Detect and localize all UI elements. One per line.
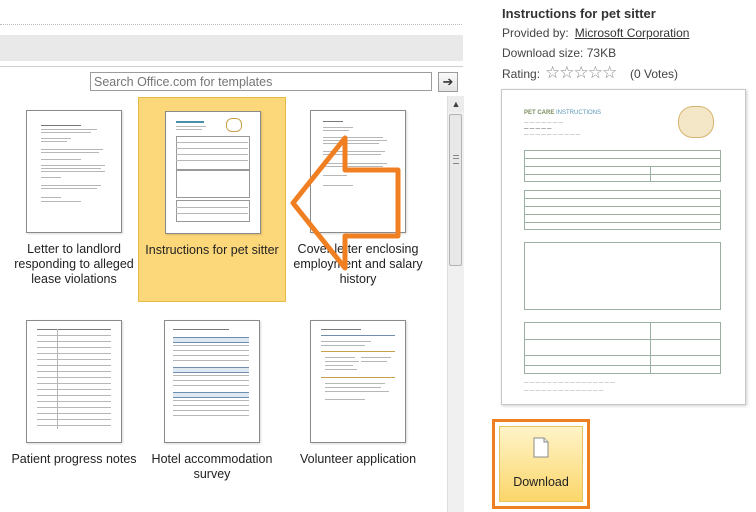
header-band <box>0 35 463 61</box>
preview-table <box>524 322 721 374</box>
vote-count: (0 Votes) <box>630 67 679 81</box>
scroll-up-arrow-icon[interactable]: ▲ <box>448 96 464 112</box>
template-gallery-pane: ➔ Letter to landlord responding to alleg… <box>0 0 465 512</box>
template-tile-instructions-for-pet-sitter[interactable]: Instructions for pet sitter <box>138 97 286 302</box>
preview-brand: PET CARE INSTRUCTIONS <box>524 110 602 116</box>
preview-table <box>524 150 721 182</box>
template-thumbnail <box>26 320 122 443</box>
template-tile-label: Letter to landlord responding to alleged… <box>14 242 134 286</box>
scrollbar-thumb[interactable] <box>449 114 462 266</box>
template-tile-label: Instructions for pet sitter <box>145 243 279 257</box>
preview-table <box>524 190 721 230</box>
arrow-right-icon: ➔ <box>442 74 454 89</box>
template-tile-label: Hotel accommodation survey <box>151 452 273 481</box>
template-thumbnail <box>165 111 261 234</box>
template-title: Instructions for pet sitter <box>502 6 656 21</box>
download-size-value: 73KB <box>586 46 617 60</box>
template-tile-volunteer-application[interactable]: Volunteer application <box>284 307 432 512</box>
download-highlight: Download <box>492 419 590 509</box>
rating-stars-icon[interactable]: ☆☆☆☆☆ <box>545 63 617 83</box>
scrollbar-grip-icon <box>453 155 459 164</box>
top-dotted-divider <box>0 24 462 25</box>
template-tile-letter-to-landlord[interactable]: Letter to landlord responding to alleged… <box>0 97 148 302</box>
orange-arrow-annotation-icon <box>290 135 401 271</box>
header-divider <box>0 66 463 67</box>
download-label: Download <box>513 475 569 489</box>
preview-notes-box <box>524 242 721 310</box>
template-detail-pane: Instructions for pet sitter Provided by:… <box>478 0 756 512</box>
provided-by-row: Provided by: Microsoft Corporation <box>502 26 689 40</box>
search-go-button[interactable]: ➔ <box>438 72 458 92</box>
template-preview: PET CARE INSTRUCTIONS — — — — — — — — — … <box>501 89 746 405</box>
download-size-label: Download size: <box>502 46 584 60</box>
template-thumbnail <box>164 320 260 443</box>
pet-illustration-icon <box>678 106 714 138</box>
template-tile-hotel-accommodation-survey[interactable]: Hotel accommodation survey <box>138 307 286 512</box>
download-button[interactable]: Download <box>499 426 583 502</box>
download-size-row: Download size: 73KB <box>502 46 616 60</box>
template-thumbnail <box>310 320 406 443</box>
search-templates-field[interactable] <box>90 72 432 91</box>
gallery-scrollbar[interactable]: ▲ <box>447 96 464 512</box>
document-icon <box>533 437 549 458</box>
provided-by-label: Provided by: <box>502 26 569 40</box>
template-tile-label: Patient progress notes <box>11 452 137 466</box>
provider-link[interactable]: Microsoft Corporation <box>575 26 690 40</box>
template-tile-label: Volunteer application <box>299 452 417 466</box>
template-thumbnail <box>26 110 122 233</box>
rating-label: Rating: <box>502 67 541 81</box>
template-tile-patient-progress-notes[interactable]: Patient progress notes <box>0 307 148 512</box>
search-input[interactable] <box>91 73 431 91</box>
